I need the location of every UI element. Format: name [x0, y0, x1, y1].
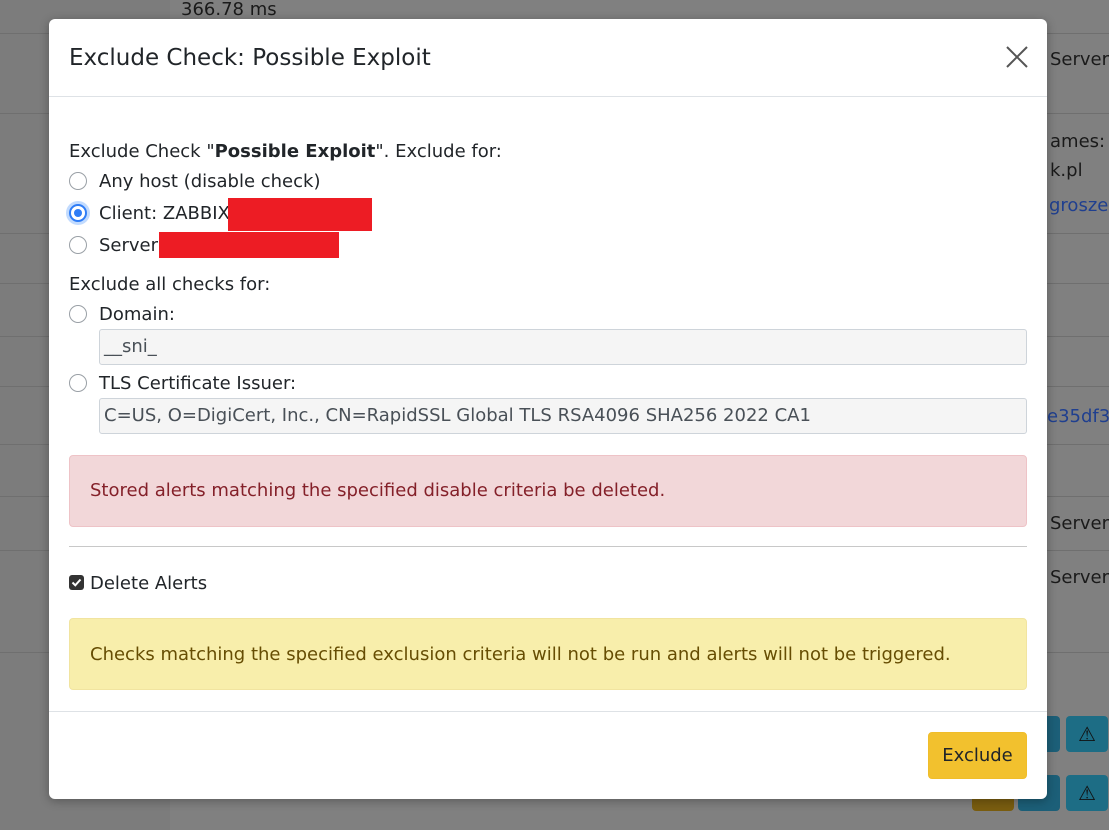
- exclude-button[interactable]: Exclude: [928, 732, 1027, 779]
- radio-client[interactable]: [69, 204, 87, 222]
- radio-server[interactable]: [69, 236, 87, 254]
- delete-warning-alert: Stored alerts matching the specified dis…: [69, 455, 1027, 527]
- warning-icon: ⚠: [1078, 722, 1096, 746]
- radio-tls-issuer[interactable]: [69, 374, 87, 392]
- exclude-check-modal: Exclude Check: Possible Exploit Exclude …: [49, 19, 1047, 799]
- background-timing-value: 366.78 ms: [181, 0, 277, 20]
- modal-header: Exclude Check: Possible Exploit: [49, 19, 1047, 97]
- tls-issuer-field[interactable]: C=US, O=DigiCert, Inc., CN=RapidSSL Glob…: [99, 398, 1027, 434]
- close-button[interactable]: [999, 39, 1035, 75]
- background-text-fragment: k.pl: [1050, 160, 1083, 181]
- exclude-intro: Exclude Check "Possible Exploit". Exclud…: [69, 141, 502, 162]
- radio-domain[interactable]: [69, 305, 87, 323]
- background-link-fragment: groszek: [1049, 195, 1109, 216]
- radio-tls-issuer-label[interactable]: TLS Certificate Issuer:: [99, 373, 296, 394]
- background-text-fragment: Server: [1050, 513, 1109, 534]
- radio-domain-label[interactable]: Domain:: [99, 304, 175, 325]
- divider: [69, 546, 1027, 547]
- exclusion-info-alert: Checks matching the specified exclusion …: [69, 618, 1027, 690]
- radio-any-host-label[interactable]: Any host (disable check): [99, 171, 320, 192]
- background-link-fragment: e35df3: [1047, 406, 1109, 427]
- close-icon: [1006, 46, 1028, 68]
- check-icon: [71, 578, 82, 587]
- modal-footer: Exclude: [49, 711, 1047, 800]
- exclude-all-label: Exclude all checks for:: [69, 274, 271, 295]
- background-text-fragment: Server: [1050, 567, 1109, 588]
- delete-alerts-label[interactable]: Delete Alerts: [90, 573, 207, 594]
- background-warning-button: ⚠: [1066, 716, 1108, 752]
- intro-prefix: Exclude Check ": [69, 141, 215, 162]
- domain-field[interactable]: __sni_: [99, 329, 1027, 365]
- radio-server-label[interactable]: Server:: [99, 235, 164, 256]
- modal-title: Exclude Check: Possible Exploit: [69, 45, 431, 71]
- warning-icon: ⚠: [1078, 781, 1096, 805]
- redacted-server-name: [159, 232, 339, 258]
- background-text-fragment: ames:: [1050, 131, 1106, 152]
- check-name: Possible Exploit: [214, 141, 376, 162]
- radio-client-label[interactable]: Client: ZABBIX: [99, 203, 230, 224]
- radio-any-host[interactable]: [69, 172, 87, 190]
- intro-suffix: ". Exclude for:: [375, 141, 502, 162]
- redacted-client-name: [228, 198, 372, 231]
- delete-alerts-checkbox[interactable]: [69, 575, 84, 590]
- background-text-fragment: Server: [1050, 49, 1109, 70]
- background-warning-button: ⚠: [1066, 775, 1108, 811]
